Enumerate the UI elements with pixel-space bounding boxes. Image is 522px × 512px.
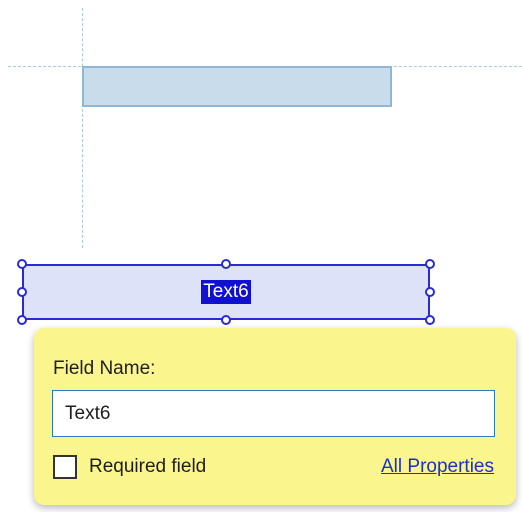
selected-field-name: Text6	[201, 280, 251, 304]
required-field-checkbox[interactable]	[53, 455, 77, 479]
resize-handle-top-right[interactable]	[425, 259, 435, 269]
all-properties-link[interactable]: All Properties	[381, 456, 494, 478]
resize-handle-middle-right[interactable]	[425, 287, 435, 297]
field-properties-popup: Field Name: Required field All Propertie…	[34, 328, 516, 505]
resize-handle-bottom-right[interactable]	[425, 315, 435, 325]
required-field-label[interactable]: Required field	[89, 456, 206, 478]
form-design-canvas[interactable]: Text6 Field Name: Required field All Pro…	[0, 0, 522, 512]
field-name-label: Field Name:	[53, 358, 156, 379]
existing-text-field[interactable]	[82, 66, 392, 107]
selected-text-field[interactable]: Text6	[22, 264, 430, 320]
resize-handle-top-left[interactable]	[17, 259, 27, 269]
resize-handle-bottom-left[interactable]	[17, 315, 27, 325]
resize-handle-middle-left[interactable]	[17, 287, 27, 297]
resize-handle-bottom-center[interactable]	[221, 315, 231, 325]
resize-handle-top-center[interactable]	[221, 259, 231, 269]
field-name-input[interactable]	[52, 390, 495, 437]
alignment-guide-vertical	[82, 8, 83, 248]
